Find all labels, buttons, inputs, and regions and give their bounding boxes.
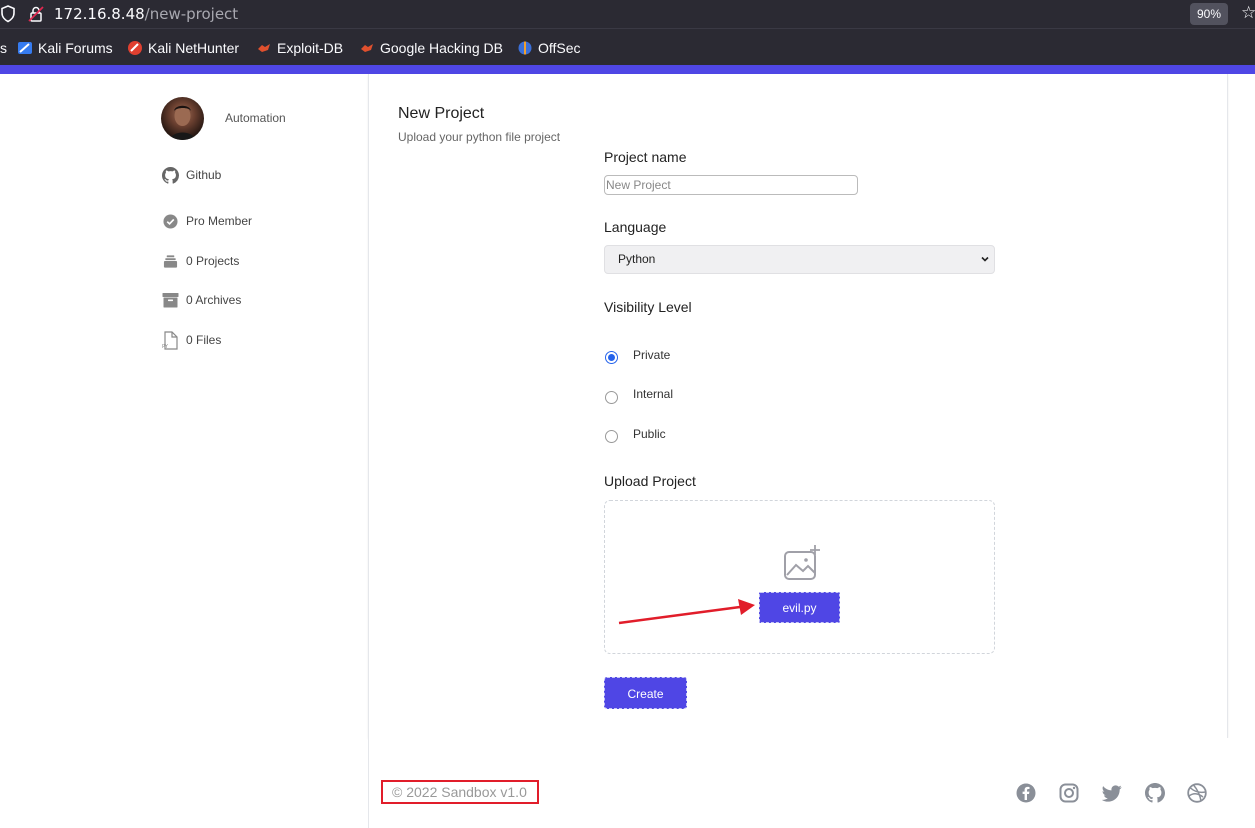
- sidebar-item-pro-member: Pro Member: [161, 212, 252, 230]
- browser-url-bar: 172.16.8.48/new-project 90% ☆: [0, 0, 1255, 28]
- bookmark-label: Google Hacking DB: [380, 40, 503, 56]
- kali-nethunter-icon: [127, 40, 143, 56]
- svg-text:PY: PY: [162, 344, 169, 350]
- sidebar-item-label: 0 Archives: [186, 293, 242, 307]
- zoom-indicator[interactable]: 90%: [1190, 3, 1229, 25]
- upload-project-label: Upload Project: [604, 473, 696, 489]
- facebook-icon[interactable]: [1016, 783, 1036, 803]
- sidebar-item-label: Github: [186, 168, 222, 182]
- page-subtitle: Upload your python file project: [398, 130, 561, 144]
- bookmark-star-icon[interactable]: ☆: [1241, 3, 1255, 23]
- ghdb-icon: [359, 40, 375, 56]
- selected-file-button[interactable]: evil.py: [759, 592, 840, 623]
- language-label: Language: [604, 219, 667, 235]
- sidebar-item-projects[interactable]: 0 Projects: [161, 252, 239, 270]
- instagram-icon[interactable]: [1059, 783, 1079, 803]
- page-title: New Project: [398, 105, 485, 122]
- shield-icon[interactable]: [0, 5, 16, 28]
- sidebar-item-github[interactable]: Github: [161, 166, 221, 184]
- url-path: /new-project: [144, 5, 239, 23]
- github-icon: [161, 166, 179, 184]
- footer: © 2022 Sandbox v1.0: [368, 738, 1255, 828]
- bookmark-exploit-db[interactable]: Exploit-DB: [256, 40, 343, 56]
- bookmark-offsec[interactable]: OffSec: [517, 40, 581, 56]
- insecure-lock-icon[interactable]: [28, 5, 44, 28]
- url-host: 172.16.8.48: [54, 5, 145, 23]
- exploit-db-icon: [256, 40, 272, 56]
- sidebar-item-label: 0 Files: [186, 333, 222, 347]
- profile-name: Automation: [225, 111, 286, 125]
- twitter-icon[interactable]: [1101, 783, 1122, 803]
- visibility-private-radio[interactable]: [605, 351, 618, 364]
- language-select[interactable]: Python: [604, 245, 995, 274]
- sidebar-item-files[interactable]: PY 0 Files: [161, 330, 222, 350]
- copyright-text: © 2022 Sandbox v1.0: [381, 780, 539, 804]
- sidebar-item-label: 0 Projects: [186, 254, 240, 268]
- bookmark-kali-nethunter[interactable]: Kali NetHunter: [127, 40, 239, 56]
- bookmark-item[interactable]: s: [0, 40, 7, 56]
- bookmark-label: Kali Forums: [38, 40, 113, 56]
- annotation-arrow: [618, 599, 755, 625]
- github-icon[interactable]: [1145, 783, 1165, 803]
- python-file-icon: PY: [161, 330, 179, 350]
- sidebar-item-archives[interactable]: 0 Archives: [161, 291, 241, 309]
- bookmark-label: OffSec: [538, 40, 581, 56]
- sidebar-item-label: Pro Member: [186, 214, 253, 228]
- bookmark-ghdb[interactable]: Google Hacking DB: [359, 40, 503, 56]
- bookmark-label: Exploit-DB: [277, 40, 344, 56]
- dribbble-icon[interactable]: [1187, 783, 1207, 803]
- archive-icon: [161, 291, 179, 309]
- new-project-card: New Project Upload your python file proj…: [368, 74, 1228, 738]
- language-selected-value: Python: [618, 252, 656, 266]
- address-bar[interactable]: 172.16.8.48/new-project: [54, 5, 238, 23]
- kali-forums-icon: [17, 40, 33, 56]
- project-name-label: Project name: [604, 149, 687, 165]
- add-image-icon: [783, 545, 821, 586]
- avatar[interactable]: [161, 97, 204, 140]
- visibility-internal-label: Internal: [633, 387, 674, 401]
- bookmark-label: s: [0, 40, 7, 56]
- offsec-icon: [517, 40, 533, 56]
- visibility-public-label: Public: [633, 427, 666, 441]
- bookmarks-bar: s Kali Forums Kali NetHunter Exploit-DB …: [0, 28, 1255, 65]
- create-button[interactable]: Create: [604, 677, 687, 709]
- profile-sidebar: Automation Github Pro Member 0 Projects …: [0, 74, 368, 828]
- visibility-public-radio[interactable]: [605, 430, 618, 443]
- header-accent-bar: [0, 65, 1255, 74]
- chevron-down-icon: [980, 246, 990, 284]
- visibility-label: Visibility Level: [604, 299, 692, 315]
- stack-icon: [161, 252, 179, 270]
- visibility-private-label: Private: [633, 348, 671, 362]
- check-badge-icon: [161, 212, 179, 230]
- bookmark-label: Kali NetHunter: [148, 40, 240, 56]
- project-name-input[interactable]: [604, 175, 858, 195]
- file-dropzone[interactable]: [604, 500, 995, 654]
- bookmark-kali-forums[interactable]: Kali Forums: [17, 40, 113, 56]
- visibility-internal-radio[interactable]: [605, 391, 618, 404]
